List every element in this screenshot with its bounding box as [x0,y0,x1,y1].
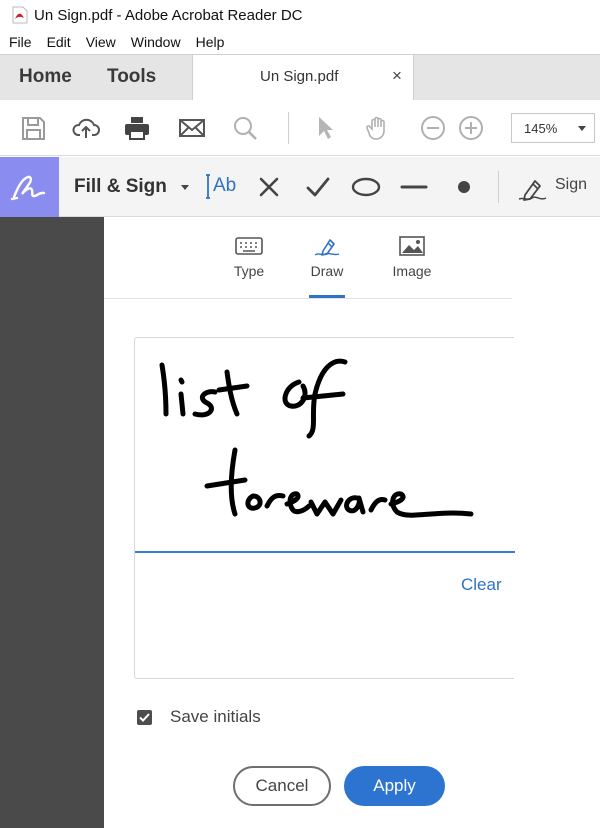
menu-file[interactable]: File [9,34,32,50]
tab-image[interactable]: Image [388,235,436,279]
tab-type-label: Type [233,263,265,279]
menu-help[interactable]: Help [196,34,225,50]
fill-sign-pen-icon [10,175,46,201]
line-icon[interactable] [400,172,428,202]
document-tab-label: Un Sign.pdf [260,68,339,85]
cancel-button[interactable]: Cancel [233,766,331,806]
tab-type[interactable]: Type [231,235,267,279]
pdf-file-icon [12,6,28,24]
tab-image-label: Image [392,263,432,279]
clear-button[interactable]: Clear [461,575,502,595]
main-toolbar: 145% [0,100,600,156]
zoom-select[interactable]: 145% [511,113,595,143]
zoom-value: 145% [524,121,558,136]
apply-button[interactable]: Apply [344,766,445,806]
checkmark-icon [139,713,150,722]
email-icon[interactable] [178,114,206,142]
menu-bar: File Edit View Window Help [0,30,600,54]
chevron-down-icon[interactable] [181,185,189,190]
fill-sign-toolbar: Fill & Sign Ab Sign [0,157,600,217]
save-icon[interactable] [19,114,47,142]
image-icon [399,236,425,256]
pen-draw-icon [314,239,340,256]
cloud-upload-icon[interactable] [72,114,100,142]
sign-label[interactable]: Sign [555,176,587,194]
tab-draw-label: Draw [310,263,344,279]
tab-draw[interactable]: Draw [309,235,345,279]
fill-sign-label[interactable]: Fill & Sign [74,176,167,198]
save-initials-checkbox[interactable] [137,710,152,725]
initials-dialog: Type Draw Image Clear Save initials Canc… [104,217,600,828]
toolbar-separator [288,112,289,144]
select-arrow-icon[interactable] [311,114,339,142]
dot-icon[interactable] [450,172,478,202]
cross-icon[interactable] [255,172,283,202]
tab-document[interactable]: Un Sign.pdf × [192,55,414,101]
close-tab-icon[interactable]: × [392,66,402,86]
tab-home[interactable]: Home [19,66,72,88]
search-icon[interactable] [231,114,259,142]
menu-edit[interactable]: Edit [47,34,71,50]
fill-sign-tool-badge[interactable] [0,157,59,217]
tab-tools[interactable]: Tools [107,66,156,88]
checkmark-icon[interactable] [304,172,332,202]
handwritten-initials-drawing [159,358,474,518]
chevron-down-icon [578,126,586,131]
menu-view[interactable]: View [86,34,116,50]
print-icon[interactable] [123,114,151,142]
tab-divider [104,298,512,299]
save-initials-label[interactable]: Save initials [170,707,261,727]
keyboard-icon [235,237,263,255]
text-ab-icon[interactable]: Ab [205,172,239,202]
hand-icon[interactable] [364,114,392,142]
draw-canvas[interactable]: Clear [134,337,515,679]
document-backdrop [0,217,104,828]
ellipse-icon[interactable] [350,172,382,202]
menu-window[interactable]: Window [131,34,181,50]
text-ab-label: Ab [213,175,237,196]
fill-sign-separator [498,171,499,203]
title-bar: Un Sign.pdf - Adobe Acrobat Reader DC [0,0,600,30]
zoom-in-icon[interactable] [457,114,485,142]
window-title: Un Sign.pdf - Adobe Acrobat Reader DC [34,6,303,24]
tab-bar: Home Tools Un Sign.pdf × [0,54,600,101]
sign-pen-icon[interactable] [516,172,550,202]
signature-baseline [135,551,515,553]
zoom-out-icon[interactable] [419,114,447,142]
